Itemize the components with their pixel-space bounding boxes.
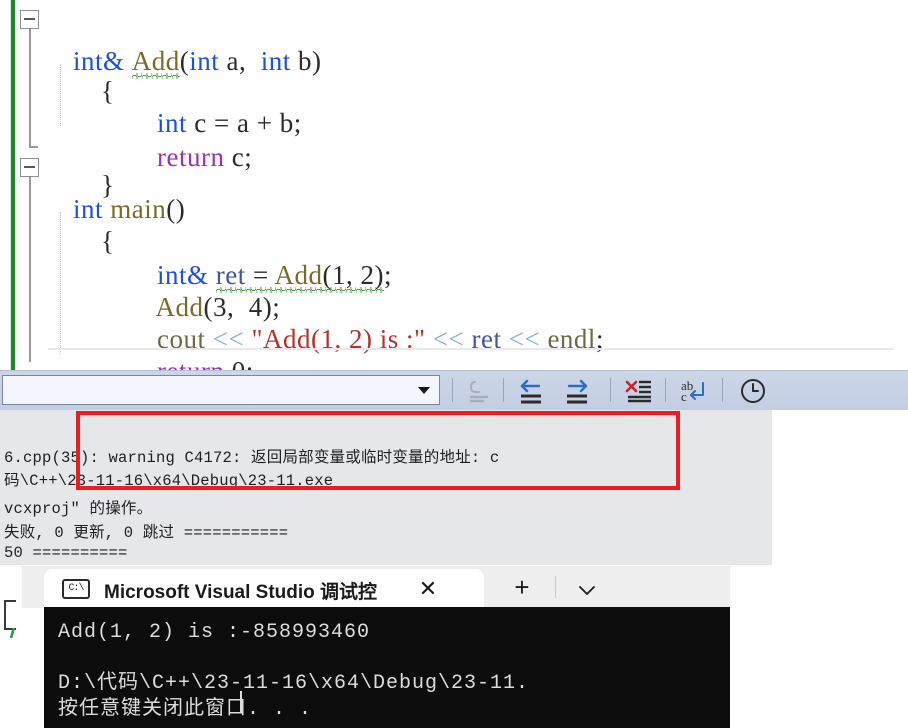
console-output-area[interactable]: Add(1, 2) is :-858993460 D:\代码\C++\23-11… [44, 607, 730, 728]
go-to-next-message-button[interactable] [561, 376, 595, 406]
output-line: 6.cpp(35): warning C4172: 返回局部变量或临时变量的地址… [4, 449, 500, 467]
output-text-pane[interactable]: 6.cpp(35): warning C4172: 返回局部变量或临时变量的地址… [0, 410, 772, 565]
clear-all-button[interactable] [622, 376, 656, 406]
toggle-word-wrap-button[interactable]: ab c [676, 376, 710, 406]
console-left-background [0, 566, 22, 728]
console-tab-title: Microsoft Visual Studio 调试控 [104, 582, 378, 603]
show-output-timestamps-button[interactable] [736, 376, 770, 406]
debug-console-window[interactable]: C:\ Microsoft Visual Studio 调试控 ✕ + Add(… [22, 566, 730, 728]
console-line: 按任意键关闭此窗口. . . [58, 698, 313, 721]
tab-strip-separator [555, 576, 556, 598]
toolbar-separator [665, 378, 666, 402]
code-line[interactable]: } [0, 338, 908, 370]
output-line: 码\C++\23-11-16\x64\Debug\23-11.exe [4, 472, 334, 490]
code-line[interactable]: { [0, 184, 908, 256]
toolbar-separator [452, 378, 453, 402]
console-icon: C:\ [62, 579, 90, 599]
output-window-toolbar: ab c [0, 370, 908, 411]
console-tab[interactable]: C:\ Microsoft Visual Studio 调试控 ✕ [44, 569, 484, 608]
chevron-down-icon[interactable] [418, 387, 430, 394]
output-line: 50 ========== [4, 544, 128, 562]
code-editor[interactable]: int& Add(int a, int b) { int c = a + b; … [0, 0, 908, 370]
output-line: vcxproj" 的操作。 [4, 500, 153, 518]
output-line: 失败, 0 更新, 0 跳过 =========== [4, 524, 289, 542]
output-source-dropdown[interactable] [2, 375, 440, 405]
svg-text:c: c [681, 389, 687, 404]
console-tab-strip: C:\ Microsoft Visual Studio 调试控 ✕ + [22, 566, 730, 608]
console-left-green-artifact [3, 628, 21, 638]
toolbar-separator [722, 378, 723, 402]
console-left-bracket-artifact [4, 600, 16, 630]
go-to-message-source-button[interactable] [462, 376, 496, 406]
console-caret [240, 691, 242, 713]
output-pane-right-filler [772, 410, 908, 565]
chevron-down-icon[interactable] [575, 578, 599, 602]
new-tab-icon[interactable]: + [509, 574, 535, 601]
toolbar-separator [610, 378, 611, 402]
code-line[interactable]: int c = a + b; [0, 66, 908, 138]
close-icon[interactable]: ✕ [416, 578, 440, 602]
toolbar-separator [503, 378, 504, 402]
go-to-previous-message-button[interactable] [513, 376, 547, 406]
console-line: Add(1, 2) is :-858993460 [58, 621, 371, 644]
